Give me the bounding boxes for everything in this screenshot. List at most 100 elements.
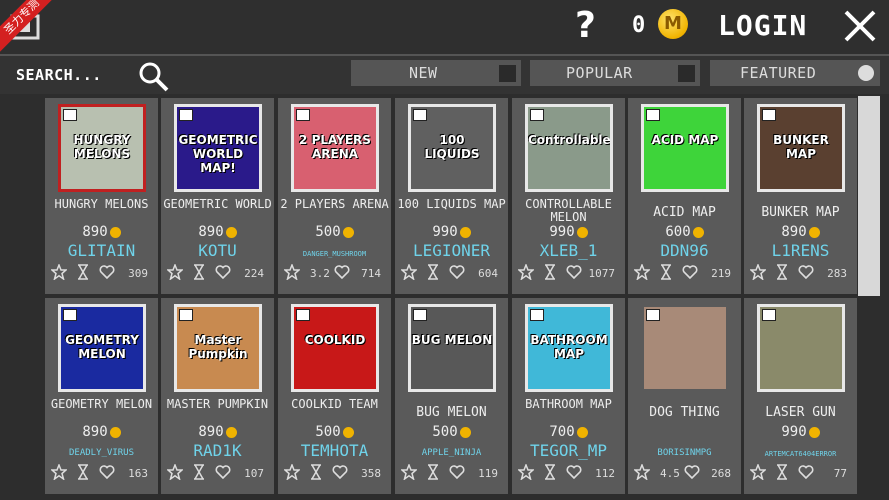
- mod-author[interactable]: RAD1K: [161, 441, 274, 460]
- mod-price: 500: [278, 424, 391, 440]
- close-icon[interactable]: [842, 8, 878, 44]
- mod-author[interactable]: XLEB_1: [512, 241, 625, 260]
- mod-author[interactable]: ARTEMCAT6404ERROR: [744, 450, 857, 458]
- star-icon[interactable]: [749, 262, 767, 281]
- mod-author[interactable]: LEGIONER: [395, 241, 508, 260]
- star-icon[interactable]: [633, 462, 651, 481]
- mod-thumbnail[interactable]: BUG MELON: [408, 304, 496, 392]
- star-icon[interactable]: [166, 262, 184, 281]
- mod-card[interactable]: BATHROOM MAP BATHROOM MAP 700 TEGOR_MP 112: [512, 298, 625, 494]
- likes-count: 77: [833, 467, 847, 480]
- thumbnail-title: BUG MELON: [411, 333, 493, 347]
- mod-card[interactable]: 2 PLAYERS ARENA 2 PLAYERS ARENA 500 DANGER_…: [278, 98, 391, 294]
- filter-popular[interactable]: POPULAR: [530, 60, 700, 86]
- mod-author[interactable]: GLITAIN: [45, 241, 158, 260]
- hourglass-icon: [425, 464, 441, 480]
- mod-card[interactable]: BUNKER MAP BUNKER MAP 890 L1RENS 283: [744, 98, 857, 294]
- mod-card[interactable]: DOG THING BORISINMPG 4.5 268: [628, 298, 741, 494]
- mod-card[interactable]: Controllable CONTROLLABLE MELON 990 XLEB_1 1…: [512, 98, 625, 294]
- heart-icon[interactable]: [334, 264, 350, 280]
- hourglass-icon: [191, 264, 207, 280]
- search-input[interactable]: SEARCH...: [16, 66, 102, 84]
- star-icon[interactable]: [283, 462, 301, 481]
- heart-icon[interactable]: [99, 464, 115, 480]
- mod-thumbnail[interactable]: [641, 304, 729, 392]
- heart-icon[interactable]: [566, 464, 582, 480]
- mod-thumbnail[interactable]: BATHROOM MAP: [525, 304, 613, 392]
- heart-icon[interactable]: [684, 464, 700, 480]
- mod-card[interactable]: 100 LIQUIDS 100 LIQUIDS MAP 990 LEGIONER 604: [395, 98, 508, 294]
- mod-card[interactable]: COOLKID COOLKID TEAM 500 TEMHOTA 358: [278, 298, 391, 494]
- mod-card[interactable]: LASER GUN 990 ARTEMCAT6404ERROR 77: [744, 298, 857, 494]
- heart-icon[interactable]: [682, 264, 698, 280]
- likes-count: 604: [478, 267, 498, 280]
- price-value: 890: [781, 224, 807, 240]
- star-icon[interactable]: [166, 462, 184, 481]
- mod-card[interactable]: BUG MELON BUG MELON 500 APPLE_NINJA 119: [395, 298, 508, 494]
- mod-thumbnail[interactable]: GEOMETRIC WORLD MAP!: [174, 104, 262, 192]
- mod-thumbnail[interactable]: Master Pumpkin: [174, 304, 262, 392]
- filter-new[interactable]: NEW: [351, 60, 521, 86]
- filter-popular-checkbox[interactable]: [678, 65, 695, 82]
- filter-new-checkbox[interactable]: [499, 65, 516, 82]
- mod-card[interactable]: HUNGRY MELONS HUNGRY MELONS 890 GLITAIN 309: [45, 98, 158, 294]
- mod-thumbnail[interactable]: [757, 304, 845, 392]
- help-button[interactable]: ?: [575, 4, 596, 48]
- mod-thumbnail[interactable]: COOLKID: [291, 304, 379, 392]
- back-button[interactable]: 圣力专测: [0, 0, 57, 52]
- mod-author[interactable]: TEGOR_MP: [512, 441, 625, 460]
- mod-author[interactable]: DANGER_MUSHROOM: [278, 250, 391, 258]
- filter-featured[interactable]: FEATURED: [710, 60, 880, 86]
- heart-icon[interactable]: [215, 264, 231, 280]
- search-icon[interactable]: [136, 59, 170, 93]
- login-button[interactable]: LOGIN: [718, 9, 807, 42]
- mod-author[interactable]: BORISINMPG: [628, 448, 741, 458]
- mod-thumbnail[interactable]: BUNKER MAP: [757, 104, 845, 192]
- star-icon[interactable]: [50, 262, 68, 281]
- heart-icon[interactable]: [99, 264, 115, 280]
- mod-author[interactable]: TEMHOTA: [278, 441, 391, 460]
- star-icon[interactable]: [400, 262, 418, 281]
- coin-icon: [225, 426, 237, 438]
- mod-thumbnail[interactable]: ACID MAP: [641, 104, 729, 192]
- mod-card[interactable]: ACID MAP ACID MAP 600 DDN96 219: [628, 98, 741, 294]
- star-icon[interactable]: [749, 462, 767, 481]
- thumbnail-title: ACID MAP: [651, 133, 719, 147]
- mod-price: 600: [628, 224, 741, 240]
- mod-card[interactable]: GEOMETRIC WORLD MAP! GEOMETRIC WORLD 890 KO…: [161, 98, 274, 294]
- heart-icon[interactable]: [798, 464, 814, 480]
- mod-thumbnail[interactable]: 100 LIQUIDS: [408, 104, 496, 192]
- mod-card[interactable]: Master Pumpkin MASTER PUMPKIN 890 RAD1K 107: [161, 298, 274, 494]
- star-icon[interactable]: [633, 262, 651, 281]
- filter-featured-radio[interactable]: [858, 65, 874, 81]
- mod-author[interactable]: DDN96: [628, 241, 741, 260]
- coin-icon: [576, 226, 588, 238]
- mod-price: 500: [278, 224, 391, 240]
- star-icon[interactable]: [400, 462, 418, 481]
- mod-stats: 309: [50, 262, 154, 284]
- mod-author[interactable]: DEADLY_VIRUS: [45, 448, 158, 458]
- mod-price: 890: [45, 424, 158, 440]
- mod-author[interactable]: KOTU: [161, 241, 274, 260]
- mod-name: GEOMETRY MELON: [50, 397, 153, 411]
- star-icon[interactable]: [50, 462, 68, 481]
- heart-icon[interactable]: [566, 264, 582, 280]
- scrollbar[interactable]: [858, 96, 880, 296]
- heart-icon[interactable]: [449, 464, 465, 480]
- mod-thumbnail[interactable]: HUNGRY MELONS: [58, 104, 146, 192]
- mod-stats: 107: [166, 462, 270, 484]
- mod-author[interactable]: L1RENS: [744, 241, 857, 260]
- heart-icon[interactable]: [798, 264, 814, 280]
- star-icon[interactable]: [517, 462, 535, 481]
- heart-icon[interactable]: [215, 464, 231, 480]
- mod-card[interactable]: GEOMETRY MELON GEOMETRY MELON 890 DEADLY_VI…: [45, 298, 158, 494]
- star-icon[interactable]: [517, 262, 535, 281]
- mod-stats: 1077: [517, 262, 621, 284]
- mod-author[interactable]: APPLE_NINJA: [395, 448, 508, 458]
- mod-thumbnail[interactable]: 2 PLAYERS ARENA: [291, 104, 379, 192]
- heart-icon[interactable]: [449, 264, 465, 280]
- star-icon[interactable]: [283, 262, 301, 281]
- heart-icon[interactable]: [332, 464, 348, 480]
- mod-thumbnail[interactable]: Controllable: [525, 104, 613, 192]
- mod-thumbnail[interactable]: GEOMETRY MELON: [58, 304, 146, 392]
